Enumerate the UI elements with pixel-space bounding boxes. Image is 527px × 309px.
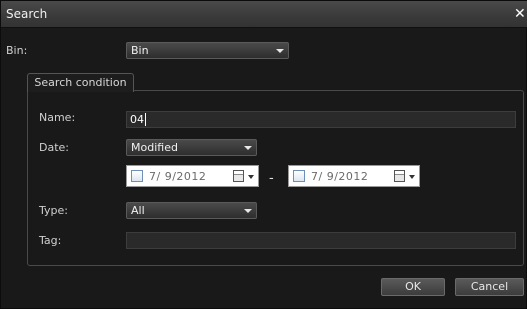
bin-label: Bin: [6, 44, 28, 57]
dialog-title: Search [6, 7, 48, 21]
chevron-down-icon[interactable] [248, 175, 254, 179]
date-label: Date: [39, 141, 69, 154]
close-icon[interactable]: ✕ [514, 4, 527, 24]
date-from-value: 7/ 9/2012 [149, 170, 207, 183]
date-to-value: 7/ 9/2012 [311, 170, 369, 183]
date-type-select[interactable]: Modified [126, 139, 257, 156]
tag-input[interactable] [126, 232, 516, 249]
name-input[interactable]: 04 [126, 111, 516, 128]
date-to-picker[interactable]: 7/ 9/2012 [288, 165, 420, 187]
type-select-value: All [131, 204, 145, 217]
chevron-down-icon [276, 49, 284, 53]
checkbox-icon[interactable] [293, 170, 305, 182]
type-label: Type: [39, 204, 68, 217]
tab-search-condition[interactable]: Search condition [27, 73, 134, 92]
ok-button[interactable]: OK [381, 278, 445, 296]
chevron-down-icon[interactable] [409, 175, 415, 179]
checkbox-icon[interactable] [131, 170, 143, 182]
date-range-separator: - [269, 171, 274, 186]
date-type-value: Modified [131, 141, 178, 154]
date-from-picker[interactable]: 7/ 9/2012 [126, 165, 259, 187]
search-dialog: Search ✕ Bin: Bin Search condition Name:… [0, 0, 527, 309]
cancel-button[interactable]: Cancel [455, 278, 524, 296]
calendar-icon[interactable] [233, 170, 244, 182]
chevron-down-icon [244, 146, 252, 150]
tag-label: Tag: [39, 234, 62, 247]
name-label: Name: [39, 111, 76, 124]
tab-label: Search condition [34, 76, 127, 89]
name-input-value: 04 [130, 113, 144, 126]
text-cursor [145, 113, 146, 126]
calendar-icon[interactable] [394, 170, 405, 182]
bin-select-value: Bin [131, 44, 149, 57]
title-bar[interactable]: Search ✕ [1, 1, 527, 28]
bin-select[interactable]: Bin [126, 42, 289, 59]
chevron-down-icon [244, 209, 252, 213]
type-select[interactable]: All [126, 202, 257, 219]
